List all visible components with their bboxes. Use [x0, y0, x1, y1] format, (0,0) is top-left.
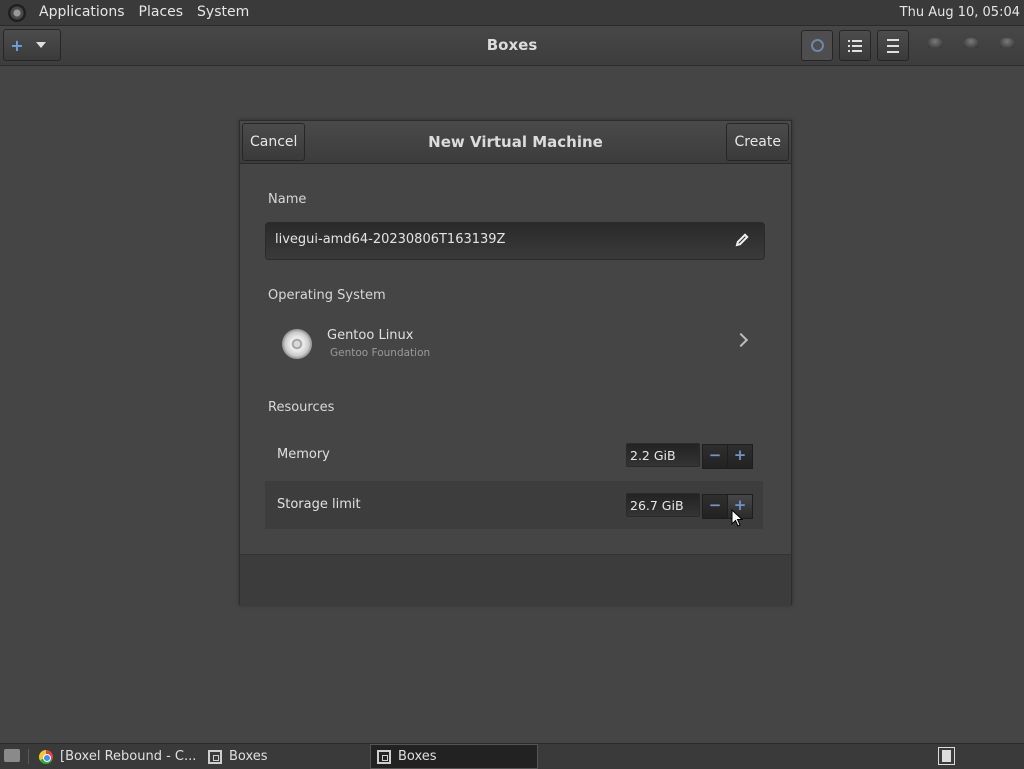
menu-system[interactable]: System	[190, 0, 256, 25]
search-button[interactable]	[801, 30, 833, 61]
search-icon	[810, 39, 824, 52]
storage-decrease-button[interactable]: −	[702, 494, 728, 519]
menu-applications[interactable]: Applications	[32, 0, 132, 25]
dialog-header: Cancel New Virtual Machine Create	[240, 121, 791, 164]
chevron-right-icon	[733, 332, 749, 348]
boxes-headerbar: + Boxes	[0, 26, 1024, 66]
disc-icon	[282, 329, 312, 359]
menu-places[interactable]: Places	[132, 0, 191, 25]
gentoo-logo-icon[interactable]	[8, 3, 26, 22]
resources-label: Resources	[268, 400, 335, 415]
taskbar-item-label: Boxes	[229, 749, 268, 764]
memory-label: Memory	[277, 447, 330, 462]
maximize-icon[interactable]	[963, 38, 979, 48]
mouse-cursor-icon	[731, 509, 743, 527]
storage-label: Storage limit	[277, 497, 361, 512]
memory-spinner: 2.2 GiB − +	[626, 443, 753, 469]
pencil-icon[interactable]	[734, 232, 750, 248]
name-input[interactable]	[275, 232, 715, 247]
boxes-icon	[208, 749, 222, 764]
os-name: Gentoo Linux	[327, 328, 414, 343]
taskbar-item-browser[interactable]: [Boxel Rebound - C...	[39, 744, 196, 769]
minimize-icon[interactable]	[927, 38, 943, 48]
taskbar-separator	[28, 749, 29, 764]
workspace-switcher-icon[interactable]	[938, 747, 955, 765]
taskbar-item-label: Boxes	[398, 749, 437, 764]
dialog-footer	[240, 554, 791, 605]
show-desktop-icon[interactable]	[4, 749, 20, 762]
name-field[interactable]	[265, 222, 765, 260]
menu-button[interactable]	[877, 30, 909, 61]
new-vm-dialog: Cancel New Virtual Machine Create Name O…	[239, 120, 792, 605]
taskbar: [Boxel Rebound - C... Boxes Boxes	[0, 743, 1024, 769]
os-vendor: Gentoo Foundation	[330, 347, 431, 359]
os-label: Operating System	[268, 288, 386, 303]
storage-row: Storage limit 26.7 GiB − +	[265, 481, 763, 529]
os-selector[interactable]: Gentoo Linux Gentoo Foundation	[268, 317, 764, 371]
name-label: Name	[268, 192, 307, 207]
boxes-icon	[377, 749, 391, 764]
memory-row: Memory 2.2 GiB − +	[265, 431, 763, 479]
list-view-icon	[848, 39, 862, 52]
create-button[interactable]: Create	[726, 123, 789, 161]
memory-increase-button[interactable]: +	[727, 444, 753, 469]
chrome-icon	[39, 749, 53, 764]
taskbar-item-label: [Boxel Rebound - C...	[60, 749, 197, 764]
close-icon[interactable]	[999, 38, 1015, 48]
list-view-button[interactable]	[839, 30, 871, 61]
taskbar-item-boxes[interactable]: Boxes	[208, 744, 268, 769]
memory-value[interactable]: 2.2 GiB	[626, 443, 700, 467]
top-panel: Applications Places System Thu Aug 10, 0…	[0, 0, 1024, 26]
taskbar-item-boxes-active[interactable]: Boxes	[370, 744, 538, 769]
storage-value[interactable]: 26.7 GiB	[626, 493, 700, 517]
dialog-title: New Virtual Machine	[428, 133, 603, 151]
clock[interactable]: Thu Aug 10, 05:04	[900, 0, 1020, 25]
hamburger-menu-icon	[887, 38, 899, 53]
memory-decrease-button[interactable]: −	[702, 444, 728, 469]
